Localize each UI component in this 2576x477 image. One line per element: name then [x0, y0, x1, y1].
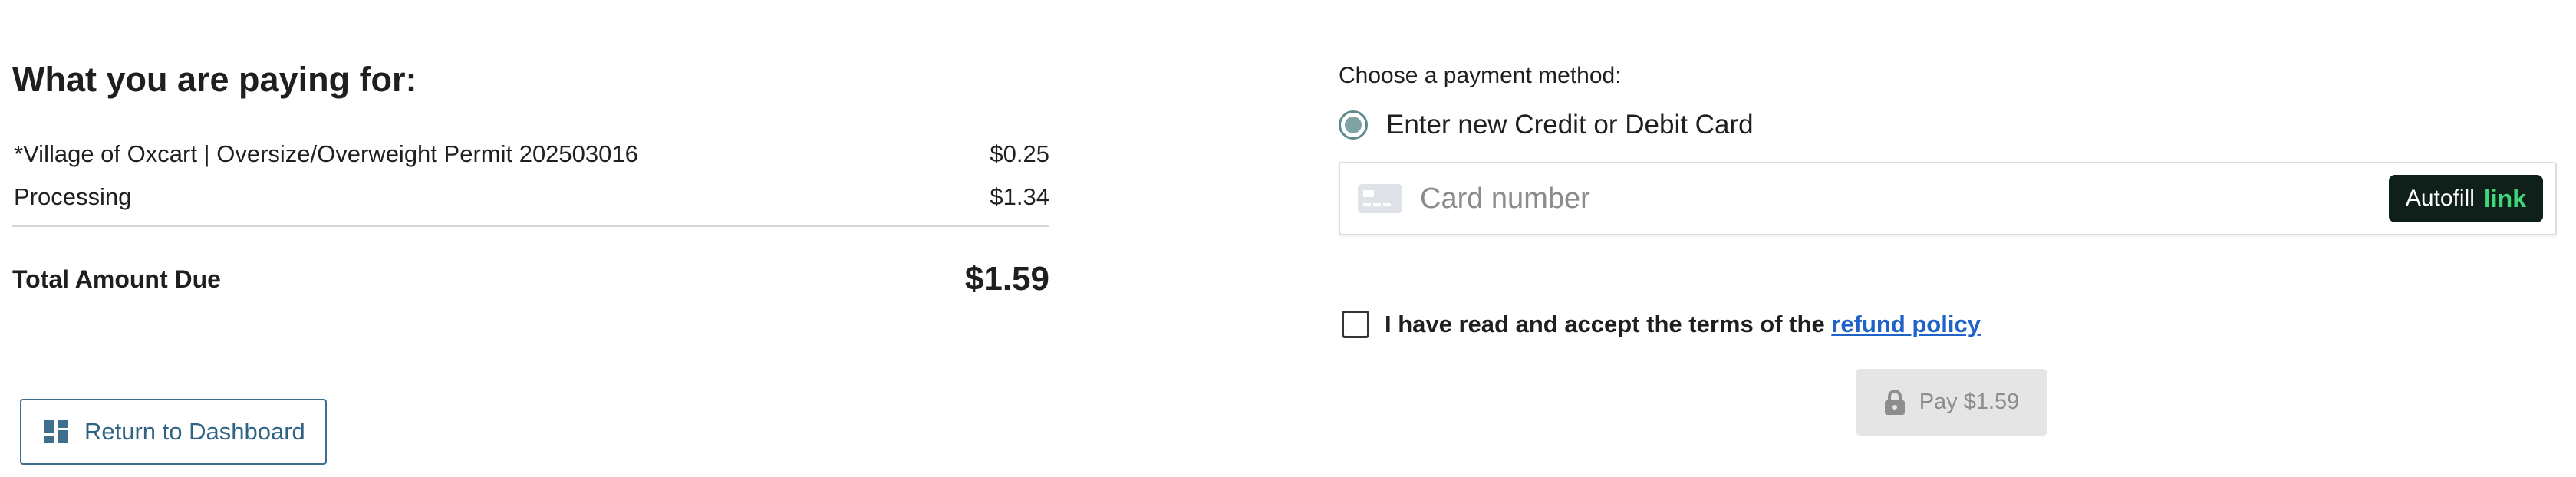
terms-row: I have read and accept the terms of the … — [1342, 305, 1981, 344]
terms-text: I have read and accept the terms of the — [1385, 311, 1825, 337]
autofill-link-button[interactable]: Autofill link — [2388, 175, 2543, 222]
total-row: Total Amount Due $1.59 — [12, 256, 1049, 302]
line-item: *Village of Oxcart | Oversize/Overweight… — [14, 135, 1049, 173]
payment-method-label: Enter new Credit or Debit Card — [1386, 110, 1754, 140]
terms-checkbox[interactable] — [1342, 311, 1369, 338]
pay-button-label: Pay $1.59 — [1919, 390, 2020, 414]
line-item-label: Processing — [14, 183, 132, 210]
radio-dot — [1345, 117, 1362, 133]
payment-method-new-card[interactable]: Enter new Credit or Debit Card — [1339, 106, 1754, 144]
radio-button-selected[interactable] — [1339, 110, 1368, 140]
order-summary: What you are paying for: *Village of Oxc… — [12, 0, 1049, 477]
card-number-input[interactable] — [1418, 175, 2389, 222]
return-to-dashboard-button[interactable]: Return to Dashboard — [20, 399, 327, 465]
lock-icon — [1884, 389, 1905, 415]
payment-method-title: Choose a payment method: — [1339, 63, 1622, 88]
summary-divider — [12, 225, 1049, 227]
card-number-field: Autofill link — [1339, 162, 2557, 235]
line-item-amount: $0.25 — [990, 140, 1049, 167]
line-item: Processing $1.34 — [14, 178, 1049, 216]
pay-button[interactable]: Pay $1.59 — [1856, 369, 2047, 436]
return-to-dashboard-label: Return to Dashboard — [84, 418, 305, 445]
line-item-label: *Village of Oxcart | Oversize/Overweight… — [14, 140, 638, 167]
credit-card-icon — [1358, 184, 1402, 213]
payment-panel: Choose a payment method: Enter new Credi… — [1339, 0, 2558, 477]
summary-title: What you are paying for: — [12, 60, 417, 99]
total-amount: $1.59 — [964, 260, 1049, 298]
link-brand-logo: link — [2483, 184, 2526, 212]
total-label: Total Amount Due — [12, 265, 221, 293]
dashboard-icon — [44, 420, 68, 443]
line-item-amount: $1.34 — [990, 183, 1049, 210]
autofill-label: Autofill — [2405, 186, 2475, 211]
refund-policy-link[interactable]: refund policy — [1831, 311, 1981, 337]
